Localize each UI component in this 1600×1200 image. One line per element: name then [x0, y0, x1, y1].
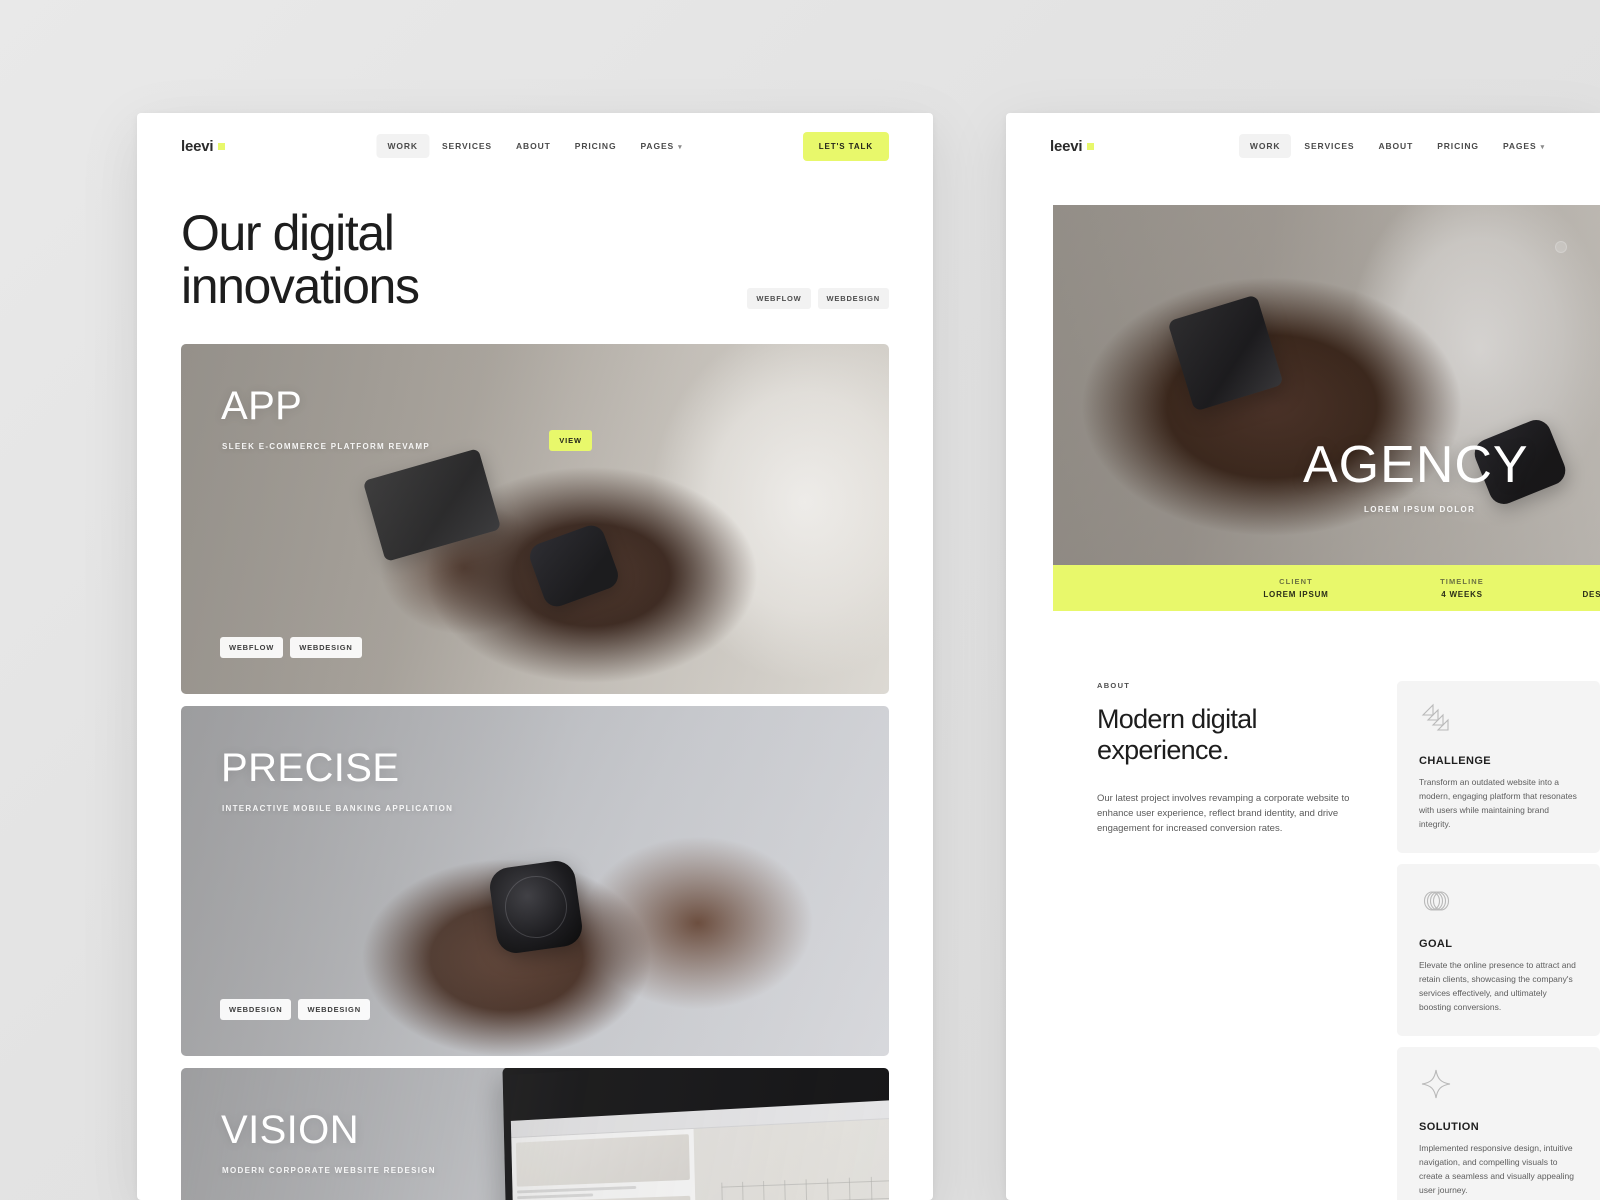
- project-tag-webdesign-1[interactable]: WEBDESIGN: [220, 999, 291, 1020]
- about-body: Our latest project involves revamping a …: [1097, 791, 1357, 837]
- meta-value: 4 WEEKS: [1379, 590, 1545, 599]
- lets-talk-button[interactable]: LET'S TALK: [803, 132, 889, 161]
- project-hero-title: AGENCY: [1303, 439, 1529, 491]
- stacked-triangles-icon: [1419, 701, 1578, 735]
- info-card-list: CHALLENGE Transform an outdated website …: [1397, 681, 1600, 1200]
- square-dot-icon: [218, 143, 225, 150]
- work-listing-page: leevi WORK SERVICES ABOUT PRICING PAGES ▾…: [137, 113, 933, 1200]
- nav-item-pages[interactable]: PAGES ▾: [1492, 134, 1556, 158]
- meta-label: CLIENT: [1213, 577, 1379, 586]
- meta-services: SERVICES DESIGN, BRANDING: [1545, 577, 1600, 599]
- nav-item-work[interactable]: WORK: [1239, 134, 1292, 158]
- nav-item-pricing[interactable]: PRICING: [1426, 134, 1490, 158]
- nav-item-pages-label: PAGES: [640, 141, 674, 151]
- image-overlay: [1053, 205, 1600, 565]
- about-text-column: ABOUT Modern digital experience. Our lat…: [1097, 681, 1357, 1200]
- main-nav: WORK SERVICES ABOUT PRICING PAGES ▾: [376, 134, 693, 158]
- project-subtitle: INTERACTIVE MOBILE BANKING APPLICATION: [222, 804, 453, 813]
- meta-value: LOREM IPSUM: [1213, 590, 1379, 599]
- project-title: VISION: [221, 1110, 359, 1150]
- square-dot-icon: [1087, 143, 1094, 150]
- project-hero: AGENCY LOREM IPSUM DOLOR: [1053, 205, 1600, 565]
- project-title: PRECISE: [221, 748, 399, 788]
- about-title-line1: Modern digital: [1097, 704, 1257, 734]
- info-card-goal: GOAL Elevate the online presence to attr…: [1397, 864, 1600, 1036]
- navbar-right: leevi WORK SERVICES ABOUT PRICING PAGES ▾: [1006, 113, 1600, 179]
- four-point-sparkle-icon: [1419, 1067, 1578, 1101]
- info-card-desc: Transform an outdated website into a mod…: [1419, 775, 1578, 831]
- nav-item-pricing[interactable]: PRICING: [564, 134, 628, 158]
- nav-item-services[interactable]: SERVICES: [1293, 134, 1365, 158]
- navbar-left: leevi WORK SERVICES ABOUT PRICING PAGES ▾…: [137, 113, 933, 179]
- project-card-vision[interactable]: Add a place or address to the map for re…: [181, 1068, 889, 1200]
- project-hero-subtitle: LOREM IPSUM DOLOR: [1364, 505, 1475, 514]
- page-title-line1: Our digital: [181, 205, 393, 261]
- project-meta-bar: CLIENT LOREM IPSUM TIMELINE 4 WEEKS SERV…: [1053, 565, 1600, 611]
- about-title-line2: experience.: [1097, 735, 1229, 765]
- overlapping-circles-icon: [1419, 884, 1578, 918]
- main-nav: WORK SERVICES ABOUT PRICING PAGES ▾: [1239, 134, 1556, 158]
- project-card-app[interactable]: APP SLEEK E-COMMERCE PLATFORM REVAMP VIE…: [181, 344, 889, 694]
- nav-item-pages[interactable]: PAGES ▾: [629, 134, 693, 158]
- logo-text: leevi: [181, 138, 213, 155]
- nav-item-about[interactable]: ABOUT: [505, 134, 562, 158]
- hero-tag-webdesign[interactable]: WEBDESIGN: [818, 288, 889, 309]
- info-card-solution: SOLUTION Implemented responsive design, …: [1397, 1047, 1600, 1200]
- about-section: ABOUT Modern digital experience. Our lat…: [1006, 611, 1600, 1200]
- about-title: Modern digital experience.: [1097, 704, 1357, 767]
- meta-label: TIMELINE: [1379, 577, 1545, 586]
- meta-label: SERVICES: [1545, 577, 1600, 586]
- logo-text: leevi: [1050, 138, 1082, 155]
- project-detail-page: leevi WORK SERVICES ABOUT PRICING PAGES ▾…: [1006, 113, 1600, 1200]
- info-card-title: SOLUTION: [1419, 1121, 1578, 1133]
- view-button[interactable]: VIEW: [549, 430, 592, 451]
- project-subtitle: MODERN CORPORATE WEBSITE REDESIGN: [222, 1166, 436, 1175]
- project-tag-list: WEBDESIGN WEBDESIGN: [220, 999, 370, 1020]
- logo[interactable]: leevi: [1050, 138, 1094, 155]
- info-card-title: CHALLENGE: [1419, 755, 1578, 767]
- meta-value: DESIGN, BRANDING: [1545, 590, 1600, 599]
- chevron-down-icon: ▾: [678, 143, 682, 151]
- project-tag-webdesign-2[interactable]: WEBDESIGN: [298, 999, 369, 1020]
- meta-timeline: TIMELINE 4 WEEKS: [1379, 577, 1545, 599]
- project-card-list: APP SLEEK E-COMMERCE PLATFORM REVAMP VIE…: [137, 313, 933, 1200]
- meta-client: CLIENT LOREM IPSUM: [1213, 577, 1379, 599]
- project-subtitle: SLEEK E-COMMERCE PLATFORM REVAMP: [222, 442, 430, 451]
- info-card-desc: Implemented responsive design, intuitive…: [1419, 1141, 1578, 1197]
- info-card-title: GOAL: [1419, 938, 1578, 950]
- logo[interactable]: leevi: [181, 138, 225, 155]
- project-tag-webflow[interactable]: WEBFLOW: [220, 637, 283, 658]
- info-card-desc: Elevate the online presence to attract a…: [1419, 958, 1578, 1014]
- page-title-line2: innovations: [181, 258, 419, 314]
- hero-section: Our digital innovations WEBFLOW WEBDESIG…: [137, 179, 933, 313]
- info-card-challenge: CHALLENGE Transform an outdated website …: [1397, 681, 1600, 853]
- project-tag-webdesign[interactable]: WEBDESIGN: [290, 637, 361, 658]
- page-title: Our digital innovations: [181, 207, 641, 313]
- hero-tag-webflow[interactable]: WEBFLOW: [747, 288, 810, 309]
- about-eyebrow: ABOUT: [1097, 681, 1357, 690]
- chevron-down-icon: ▾: [1541, 143, 1545, 151]
- nav-item-work[interactable]: WORK: [376, 134, 429, 158]
- project-tag-list: WEBFLOW WEBDESIGN: [220, 637, 362, 658]
- nav-item-services[interactable]: SERVICES: [431, 134, 503, 158]
- project-card-precise[interactable]: PRECISE INTERACTIVE MOBILE BANKING APPLI…: [181, 706, 889, 1056]
- nav-item-pages-label: PAGES: [1503, 141, 1537, 151]
- nav-item-about[interactable]: ABOUT: [1367, 134, 1424, 158]
- hero-tag-list: WEBFLOW WEBDESIGN: [747, 288, 889, 309]
- project-title: APP: [221, 386, 302, 426]
